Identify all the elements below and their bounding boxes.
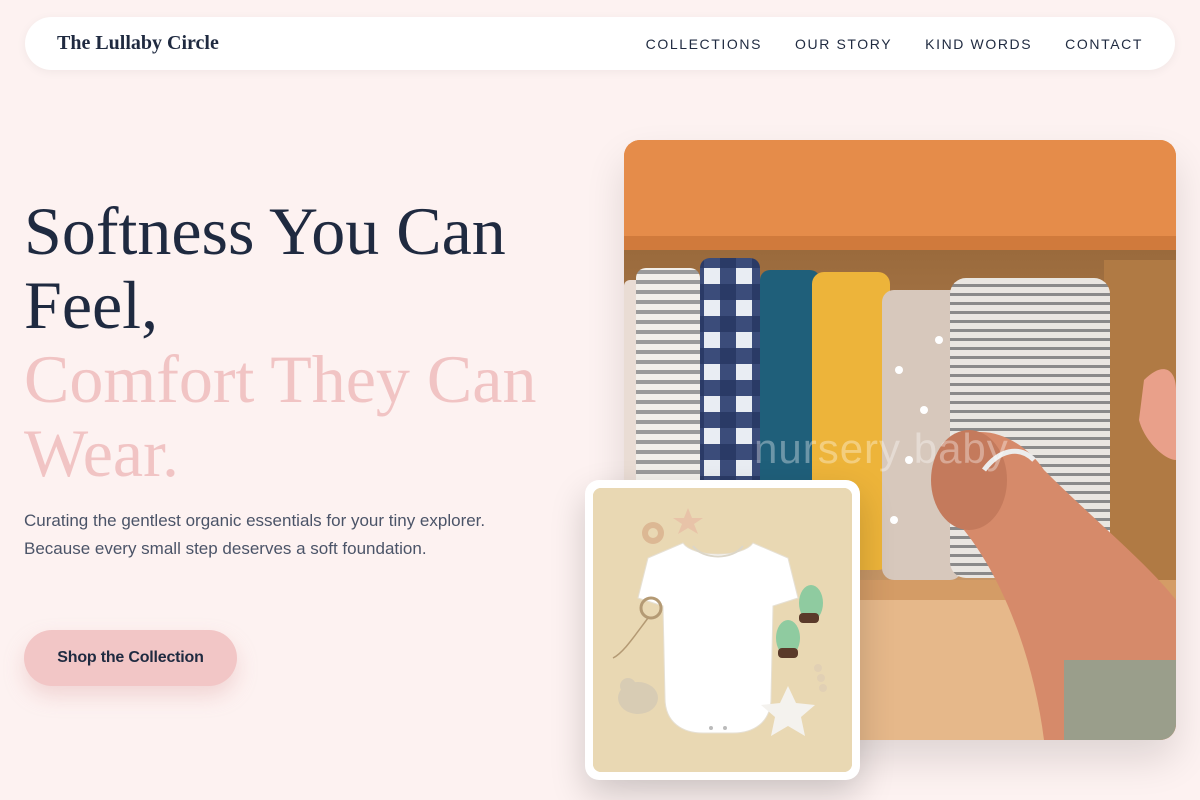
nav-item-collections[interactable]: COLLECTIONS	[646, 36, 762, 52]
top-nav: The Lullaby Circle COLLECTIONS OUR STORY…	[25, 17, 1175, 70]
nav-item-our-story[interactable]: OUR STORY	[795, 36, 892, 52]
hero-headline: Softness You Can Feel, Comfort They Can …	[24, 194, 604, 490]
hero-secondary-image	[585, 480, 860, 780]
hero-headline-line1: Softness You Can Feel,	[24, 193, 506, 343]
shop-collection-button[interactable]: Shop the Collection	[24, 630, 237, 686]
nav-links: COLLECTIONS OUR STORY KIND WORDS CONTACT	[646, 36, 1143, 52]
nav-item-kind-words[interactable]: KIND WORDS	[925, 36, 1032, 52]
image-watermark: nursery baby	[754, 425, 1009, 472]
nav-item-contact[interactable]: CONTACT	[1065, 36, 1143, 52]
hero-headline-line2: Comfort They Can Wear.	[24, 341, 537, 491]
brand-logo[interactable]: The Lullaby Circle	[57, 32, 219, 55]
hero-subtext: Curating the gentlest organic essentials…	[24, 511, 486, 558]
